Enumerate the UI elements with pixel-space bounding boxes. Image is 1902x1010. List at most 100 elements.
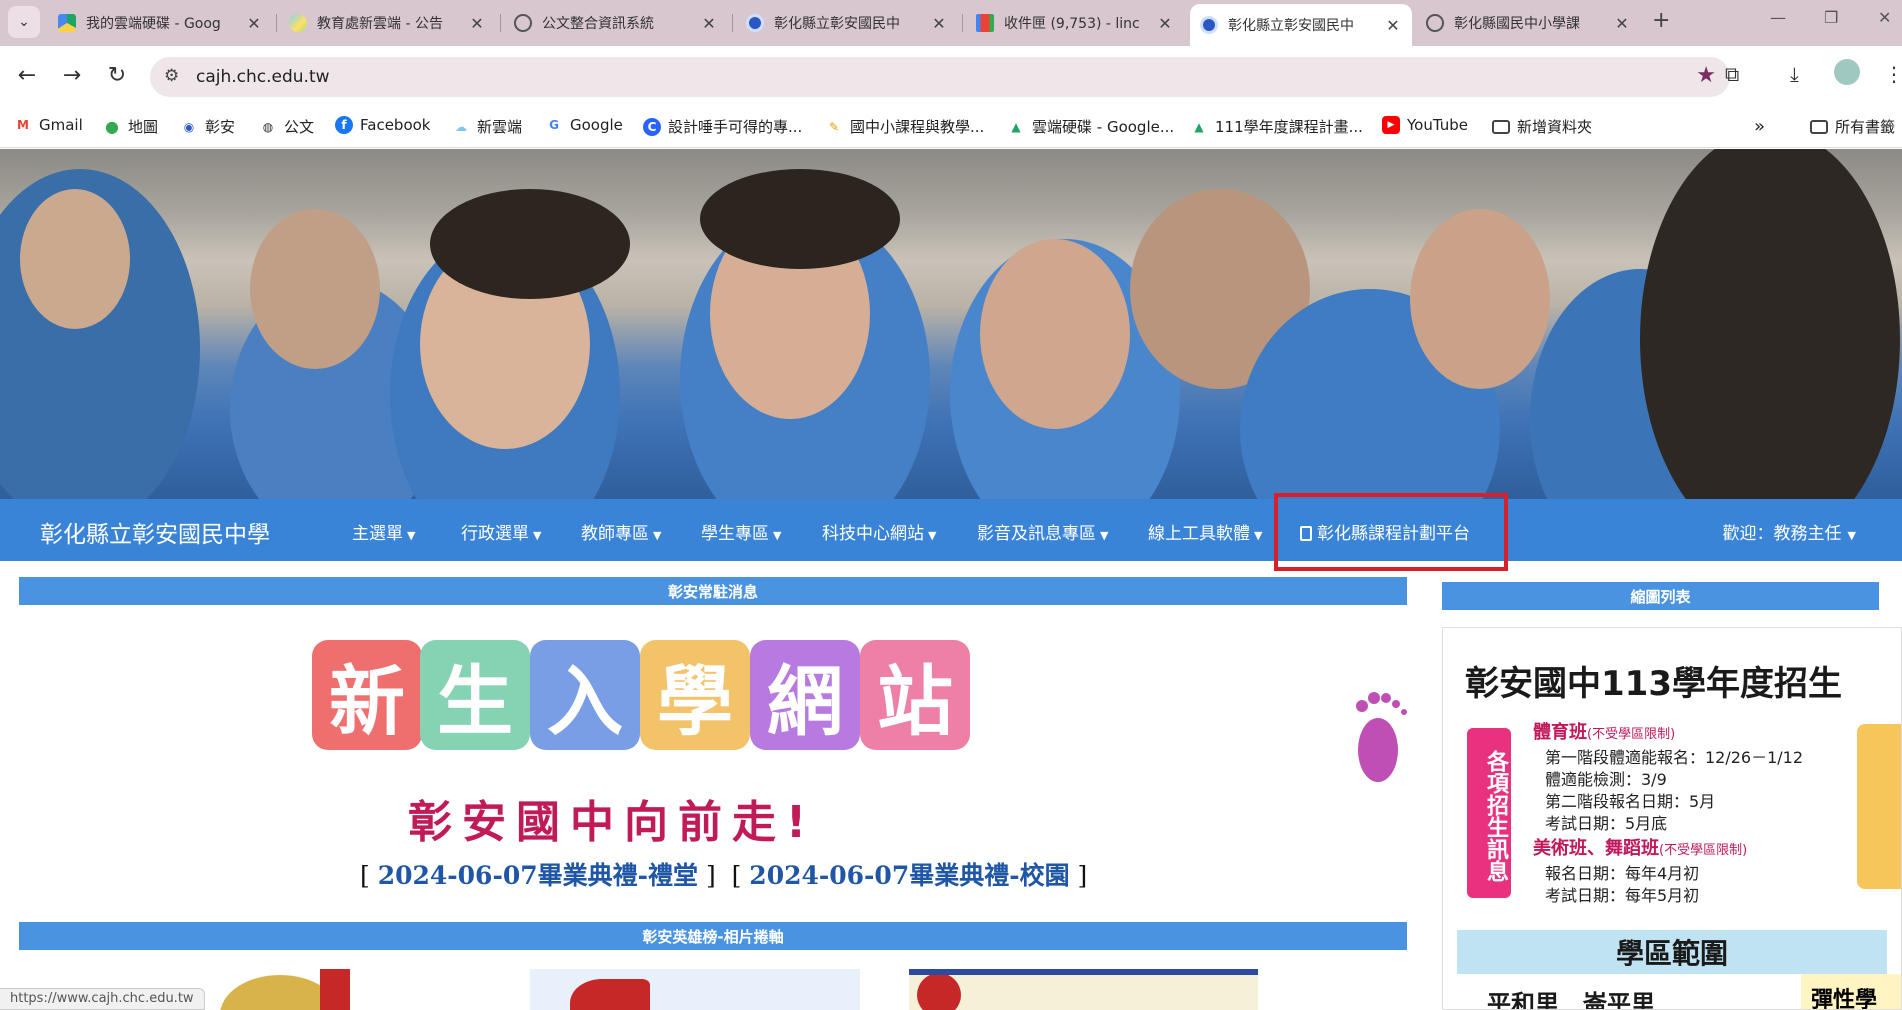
- bookmark-star-icon[interactable]: ★: [1696, 63, 1716, 88]
- menu-admin[interactable]: 行政選單 ▼: [461, 519, 541, 544]
- menu-tech-center[interactable]: 科技中心網站 ▼: [822, 519, 936, 544]
- bookmark-course-plan[interactable]: ▲ 111學年度課程計畫...: [1190, 116, 1363, 137]
- close-icon[interactable]: ✕: [245, 14, 263, 33]
- all-bookmarks[interactable]: 所有書籤: [1810, 116, 1895, 137]
- menu-students[interactable]: 學生專區 ▼: [701, 519, 781, 544]
- tab-divider: [962, 14, 963, 32]
- tab-school-site-active[interactable]: 彰化縣立彰安國民中 ✕: [1190, 4, 1412, 46]
- school-icon: [1200, 16, 1218, 34]
- address-bar[interactable]: ⚙ cajh.chc.edu.tw ★: [150, 57, 1730, 97]
- bookmark-school[interactable]: ◉ 彰安: [180, 116, 235, 137]
- youtube-icon: ▶: [1382, 116, 1400, 134]
- site-info-icon[interactable]: ⚙: [164, 66, 179, 86]
- caret-down-icon: ▼: [653, 529, 662, 542]
- forward-button[interactable]: →: [57, 60, 87, 90]
- menu-media[interactable]: 影音及訊息專區 ▼: [977, 519, 1108, 544]
- enrollment-poster[interactable]: 彰安國中113學年度招生 各項招生訊息 體育班(不受學區限制) 第一階段體適能報…: [1442, 627, 1902, 1010]
- congrats-image: [570, 979, 650, 1010]
- photo-thumb[interactable]: [200, 969, 490, 1010]
- chevron-down-icon: ⌄: [18, 14, 30, 30]
- new-tab-button[interactable]: +: [1652, 8, 1670, 33]
- menu-teachers[interactable]: 教師專區 ▼: [581, 519, 661, 544]
- tab-divider: [276, 14, 277, 32]
- photo-thumb[interactable]: [530, 969, 860, 1010]
- ribbon-image: [320, 969, 350, 1010]
- close-icon[interactable]: ✕: [468, 14, 486, 33]
- c-logo-icon: C: [643, 117, 661, 136]
- student-hair: [700, 169, 900, 269]
- restore-icon[interactable]: ❐: [1824, 8, 1838, 27]
- graduation-links: [ 2024-06-07畢業典禮-禮堂 ] [ 2024-06-07畢業典禮-校…: [360, 861, 1088, 890]
- banner-tile: 網: [750, 640, 860, 750]
- folder-icon: [1810, 119, 1828, 134]
- footprint-icon: [1356, 692, 1407, 782]
- minimize-icon[interactable]: —: [1770, 8, 1786, 27]
- google-drive-icon: ▲: [1194, 119, 1204, 134]
- bookmark-curriculum[interactable]: ✎ 國中小課程與教學...: [825, 116, 984, 137]
- google-drive-icon: ▲: [1011, 119, 1021, 134]
- site-title[interactable]: 彰化縣立彰安國民中學: [40, 515, 270, 549]
- menu-online-tools[interactable]: 線上工具軟體 ▼: [1148, 519, 1262, 544]
- bookmark-new-cloud[interactable]: ☁ 新雲端: [452, 116, 522, 137]
- close-icon[interactable]: ✕: [700, 14, 718, 33]
- student-face: [980, 239, 1130, 429]
- extensions-icon[interactable]: ⧉: [1725, 62, 1739, 86]
- bookmark-drive[interactable]: ▲ 雲端硬碟 - Google...: [1007, 116, 1174, 137]
- user-menu[interactable]: 歡迎：教務主任 ▼: [1723, 519, 1856, 544]
- site-navbar: 彰化縣立彰安國民中學 主選單 ▼ 行政選單 ▼ 教師專區 ▼ 學生專區 ▼ 科技中心網站…: [0, 499, 1902, 561]
- poster-line: 考試日期：5月底: [1545, 814, 1668, 833]
- window-close-icon[interactable]: ✕: [1878, 8, 1891, 27]
- bookmark-new-folder[interactable]: 新增資料夾: [1492, 116, 1592, 137]
- congrats-badge: [917, 975, 961, 1010]
- gmail-icon: [976, 14, 994, 32]
- caret-down-icon: ▼: [533, 529, 542, 542]
- bookmark-document[interactable]: ◍ 公文: [259, 116, 314, 137]
- bookmark-design[interactable]: C 設計唾手可得的專...: [643, 116, 802, 137]
- pencil-icon: ✎: [828, 119, 840, 134]
- banner-subtitle: 彰安國中向前走!: [408, 797, 817, 848]
- tab-school-site-1[interactable]: 彰化縣立彰安國民中 ✕: [736, 6, 958, 40]
- tab-document-system[interactable]: 公文整合資訊系統 ✕: [504, 6, 728, 40]
- poster-sports-line: 體育班(不受學區限制): [1533, 722, 1676, 743]
- maps-icon: ⬤: [105, 119, 119, 134]
- student-face: [20, 189, 130, 329]
- new-student-banner[interactable]: 新 生 入 學 網 站 彰安國中向前走!: [290, 628, 1407, 850]
- tab-search-button[interactable]: ⌄: [8, 6, 40, 38]
- bookmark-gmail[interactable]: M Gmail: [14, 116, 83, 134]
- bookmark-youtube[interactable]: ▶ YouTube: [1382, 116, 1468, 134]
- bookmark-facebook[interactable]: f Facebook: [335, 116, 430, 134]
- close-icon[interactable]: ✕: [1384, 16, 1402, 35]
- highlight-annotation: [1274, 493, 1508, 571]
- menu-main[interactable]: 主選單 ▼: [352, 519, 415, 544]
- close-icon[interactable]: ✕: [930, 14, 948, 33]
- tab-gmail[interactable]: 收件匣 (9,753) - linc ✕: [966, 6, 1184, 40]
- tab-google-drive[interactable]: 我的雲端硬碟 - Goog ✕: [48, 6, 273, 40]
- bookmark-maps[interactable]: ⬤ 地圖: [103, 116, 158, 137]
- link-graduation-campus[interactable]: 2024-06-07畢業典禮-校園: [749, 861, 1069, 890]
- photo-thumb[interactable]: [909, 969, 1258, 1010]
- caret-down-icon: ▼: [773, 529, 782, 542]
- reload-button[interactable]: ↻: [102, 60, 132, 90]
- download-icon[interactable]: ⤓: [1790, 62, 1799, 86]
- section-header-thumbnails: 縮圖列表: [1442, 582, 1879, 610]
- back-button[interactable]: ←: [12, 60, 42, 90]
- poster-line: 考試日期：每年5月初: [1545, 886, 1700, 905]
- link-graduation-auditorium[interactable]: 2024-06-07畢業典禮-禮堂: [378, 861, 698, 890]
- tab-edu-cloud[interactable]: 教育處新雲端 - 公告 ✕: [279, 6, 496, 40]
- facebook-icon: f: [335, 116, 353, 134]
- poster-line: 體適能檢測：3/9: [1545, 770, 1667, 789]
- tab-course-platform[interactable]: 彰化縣國民中小學課 ✕: [1416, 6, 1641, 40]
- bookmark-google[interactable]: G Google: [545, 116, 623, 134]
- caret-down-icon: ▼: [407, 529, 416, 542]
- close-icon[interactable]: ✕: [1613, 14, 1631, 33]
- close-icon[interactable]: ✕: [1156, 14, 1174, 33]
- banner-tile: 新: [312, 640, 422, 750]
- poster-line: 報名日期：每年4月初: [1545, 864, 1700, 883]
- bookmarks-overflow-button[interactable]: »: [1754, 116, 1765, 137]
- link-status-bar: https://www.cajh.chc.edu.tw: [0, 988, 205, 1010]
- more-menu-icon[interactable]: ⋮: [1884, 62, 1902, 86]
- url-text[interactable]: cajh.chc.edu.tw: [196, 67, 330, 87]
- profile-avatar[interactable]: [1834, 59, 1860, 85]
- student-hair: [1640, 149, 1900, 499]
- section-header-heroes: 彰安英雄榜-相片捲軸: [19, 922, 1407, 950]
